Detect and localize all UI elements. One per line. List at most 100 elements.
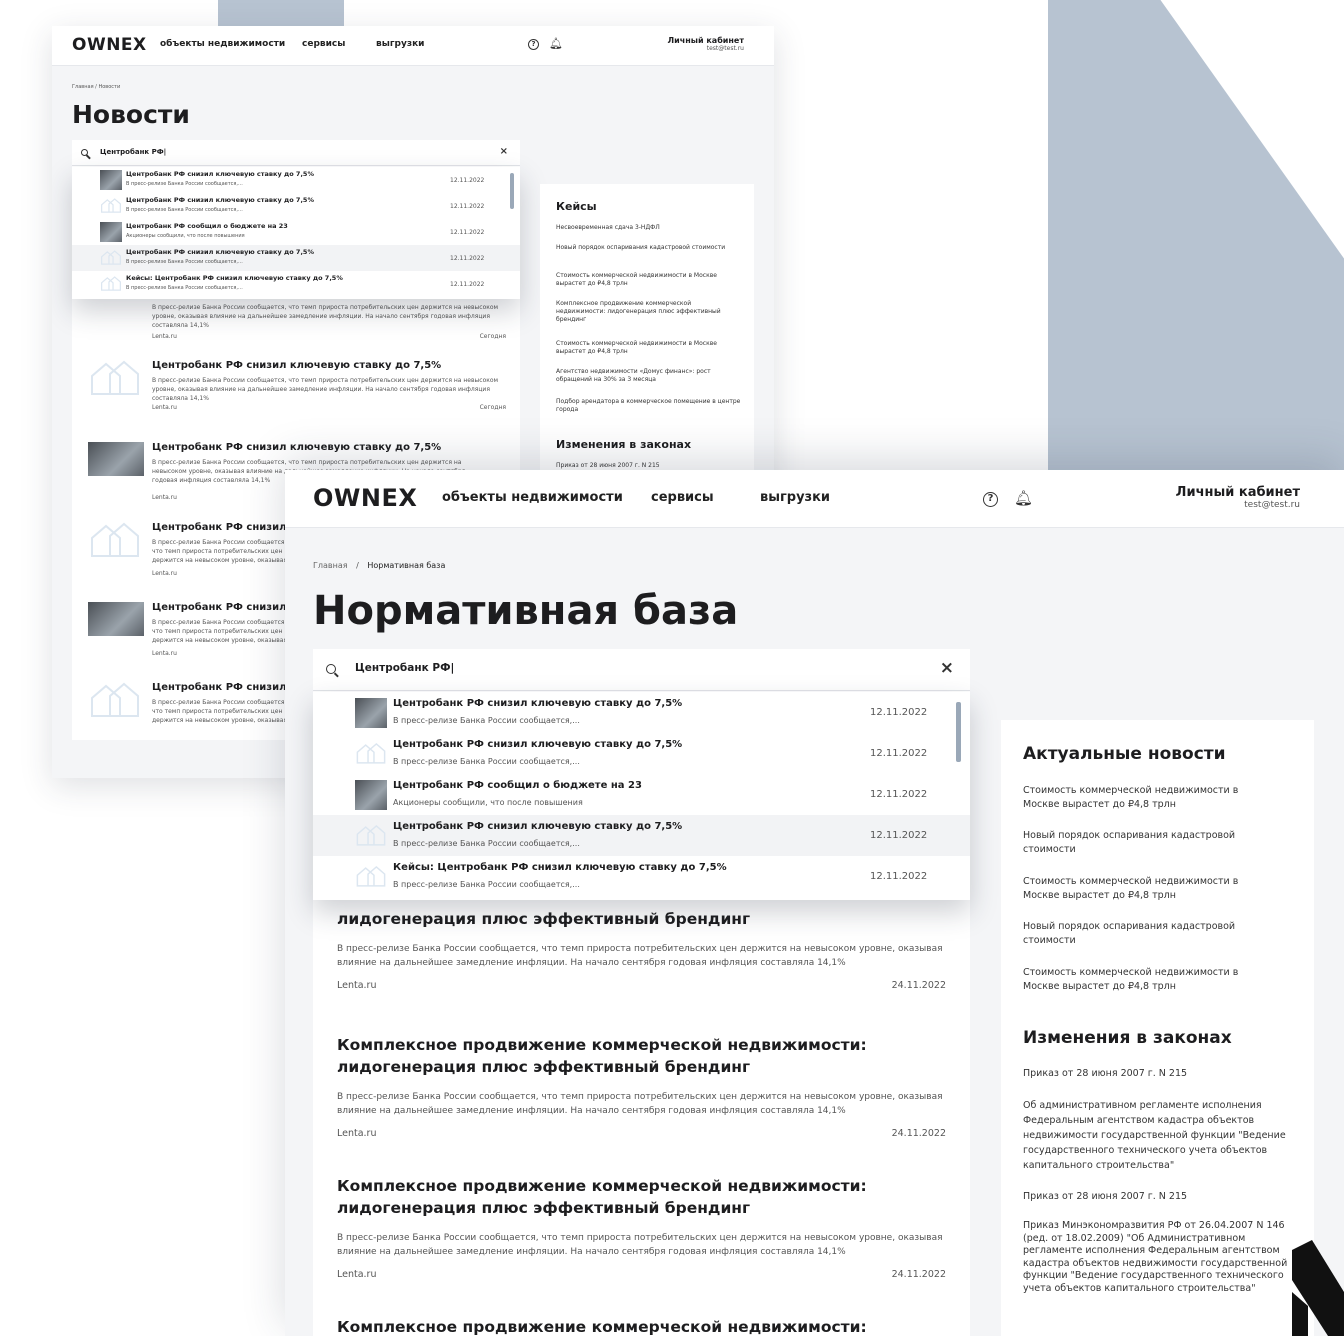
law-link[interactable]: Приказ Минэкономразвития РФ от 26.04.200… — [1023, 1220, 1295, 1295]
news-link[interactable]: Стоимость коммерческой недвижимости в Мо… — [1023, 875, 1273, 903]
suggestion-snippet: В пресс-релизе Банка России сообщается,.… — [393, 716, 580, 725]
article-date: 24.11.2022 — [891, 1269, 946, 1280]
side-panel: Кейсы Несвоевременная сдача 3-НДФЛ Новый… — [540, 184, 754, 484]
article-title[interactable]: Центробанк РФ снизил ключевую ставку до … — [152, 442, 441, 453]
background-shape-right — [1048, 0, 1344, 470]
case-link[interactable]: Агентство недвижимости «Домус финанс»: р… — [556, 368, 746, 384]
nav-objects[interactable]: объекты недвижимости — [160, 39, 285, 49]
help-icon[interactable]: ? — [528, 39, 539, 50]
search-suggestions: Центробанк РФ снизил ключевую ставку до … — [313, 692, 970, 900]
news-link[interactable]: Стоимость коммерческой недвижимости в Мо… — [1023, 966, 1273, 994]
suggestion-item[interactable]: Центробанк РФ сообщил о бюджете на 23 Ак… — [313, 774, 970, 815]
article-source[interactable]: Lenta.ru — [152, 333, 177, 340]
nav-services[interactable]: сервисы — [651, 490, 714, 505]
regulation-article[interactable]: лидогенерация плюс эффективный брендинг … — [313, 898, 970, 1018]
suggestion-item[interactable]: Центробанк РФ сообщил о бюджете на 23 Ак… — [72, 219, 520, 245]
scrollbar-thumb[interactable] — [956, 702, 961, 762]
suggestion-snippet: Акционеры сообщили, что после повышения — [393, 798, 583, 807]
article-title[interactable]: Комплексное продвижение коммерческой нед… — [337, 1175, 937, 1219]
article-source[interactable]: Lenta.ru — [152, 404, 177, 411]
suggestion-snippet: В пресс-релизе Банка России сообщается,.… — [126, 285, 243, 291]
bell-icon[interactable]: 🔔︎ — [1014, 489, 1033, 507]
nav-objects[interactable]: объекты недвижимости — [442, 490, 623, 505]
suggestion-snippet: Акционеры сообщили, что после повышения — [126, 233, 245, 239]
article-source[interactable]: Lenta.ru — [337, 1269, 376, 1280]
news-link[interactable]: Стоимость коммерческой недвижимости в Мо… — [1023, 784, 1273, 812]
suggestion-item[interactable]: Центробанк РФ снизил ключевую ставку до … — [72, 193, 520, 219]
suggestion-title: Центробанк РФ снизил ключевую ставку до … — [393, 821, 683, 832]
breadcrumb: Главная / Нормативная база — [313, 561, 445, 570]
article-title[interactable]: Центробанк РФ снизил — [152, 602, 286, 613]
nav-services[interactable]: сервисы — [302, 39, 345, 49]
logo[interactable]: OWNEX — [313, 484, 417, 512]
breadcrumb-home[interactable]: Главная — [313, 561, 348, 570]
suggestion-title: Центробанк РФ снизил ключевую ставку до … — [126, 170, 314, 178]
law-link[interactable]: Приказ от 28 июня 2007 г. N 215 — [556, 462, 746, 469]
case-link[interactable]: Комплексное продвижение коммерческой нед… — [556, 300, 726, 324]
search-bar[interactable]: Центробанк РФ| × — [313, 649, 970, 691]
search-icon — [326, 664, 336, 674]
account-link[interactable]: Личный кабинет test@test.ru — [1176, 485, 1300, 510]
article-source[interactable]: Lenta.ru — [152, 570, 177, 577]
regulation-article[interactable]: Комплексное продвижение коммерческой нед… — [313, 1020, 970, 1160]
breadcrumb[interactable]: Главная / Новости — [72, 84, 120, 90]
suggestion-item[interactable]: Центробанк РФ снизил ключевую ставку до … — [313, 692, 970, 733]
article-title[interactable]: Центробанк РФ снизил — [152, 682, 286, 693]
clear-search-icon[interactable]: × — [940, 658, 954, 678]
clear-search-icon[interactable]: × — [500, 146, 508, 157]
regulation-article[interactable]: Комплексное продвижение коммерческой нед… — [313, 1161, 970, 1301]
suggestion-item[interactable]: Центробанк РФ снизил ключевую ставку до … — [72, 167, 520, 193]
search-bar[interactable]: Центробанк РФ| × — [72, 140, 520, 166]
article-source[interactable]: Lenta.ru — [152, 494, 177, 501]
regulation-article[interactable]: Комплексное продвижение коммерческой нед… — [313, 1302, 970, 1336]
scrollbar-thumb[interactable] — [510, 173, 514, 209]
law-link[interactable]: Приказ от 28 июня 2007 г. N 215 — [1023, 1190, 1293, 1204]
search-input[interactable]: Центробанк РФ| — [100, 148, 166, 156]
article-body: В пресс-релизе Банка России сообщается, … — [152, 539, 288, 564]
bell-icon[interactable]: 🔔︎ — [549, 37, 563, 50]
article-body: В пресс-релизе Банка России сообщается, … — [152, 699, 288, 724]
house-placeholder-icon — [356, 824, 386, 846]
case-link[interactable]: Стоимость коммерческой недвижимости в Мо… — [556, 272, 726, 288]
search-suggestions: Центробанк РФ снизил ключевую ставку до … — [72, 167, 520, 299]
suggestion-date: 12.11.2022 — [870, 830, 928, 841]
suggestion-title: Центробанк РФ сообщил о бюджете на 23 — [393, 780, 642, 791]
laws-heading: Изменения в законах — [1023, 1028, 1232, 1048]
house-placeholder-icon — [91, 522, 139, 557]
suggestion-item[interactable]: Кейсы: Центробанк РФ снизил ключевую ста… — [313, 856, 970, 897]
case-link[interactable]: Новый порядок оспаривания кадастровой ст… — [556, 244, 726, 252]
article-source[interactable]: Lenta.ru — [152, 650, 177, 657]
help-icon[interactable]: ? — [983, 492, 998, 507]
search-input[interactable]: Центробанк РФ| — [355, 662, 454, 674]
house-placeholder-icon — [356, 865, 386, 887]
account-email: test@test.ru — [706, 45, 744, 52]
article-title[interactable]: Комплексное продвижение коммерческой нед… — [337, 1316, 957, 1336]
article-title[interactable]: Центробанк РФ снизил — [152, 522, 286, 533]
suggestion-snippet: В пресс-релизе Банка России сообщается,.… — [393, 839, 580, 848]
article-body: В пресс-релизе Банка России сообщается, … — [337, 1233, 943, 1257]
case-link[interactable]: Подбор арендатора в коммерческое помещен… — [556, 398, 746, 414]
news-link[interactable]: Новый порядок оспаривания кадастровой ст… — [1023, 829, 1273, 857]
logo[interactable]: OWNEX — [72, 35, 147, 55]
suggestion-item[interactable]: Центробанк РФ снизил ключевую ставку до … — [313, 815, 970, 856]
article-title[interactable]: Комплексное продвижение коммерческой нед… — [337, 1034, 937, 1078]
article-title[interactable]: Центробанк РФ снизил ключевую ставку до … — [152, 360, 441, 371]
house-placeholder-icon — [91, 360, 139, 395]
suggestion-item[interactable]: Центробанк РФ снизил ключевую ставку до … — [313, 733, 970, 774]
law-link[interactable]: Приказ от 28 июня 2007 г. N 215 — [1023, 1067, 1293, 1081]
news-link[interactable]: Новый порядок оспаривания кадастровой ст… — [1023, 920, 1273, 948]
law-link[interactable]: Об административном регламенте исполнени… — [1023, 1098, 1293, 1173]
nav-exports[interactable]: выгрузки — [376, 39, 425, 49]
nav-exports[interactable]: выгрузки — [760, 490, 830, 505]
suggestion-title: Центробанк РФ снизил ключевую ставку до … — [393, 739, 683, 750]
news-article[interactable]: Центробанк РФ снизил ключевую ставку до … — [72, 356, 520, 432]
suggestion-item[interactable]: Центробанк РФ снизил ключевую ставку до … — [72, 245, 520, 271]
suggestion-item[interactable]: Кейсы: Центробанк РФ снизил ключевую ста… — [72, 271, 520, 297]
case-link[interactable]: Несвоевременная сдача 3-НДФЛ — [556, 224, 746, 232]
article-title[interactable]: лидогенерация плюс эффективный брендинг — [337, 908, 937, 930]
article-source[interactable]: Lenta.ru — [337, 1128, 376, 1139]
suggestion-thumbnail — [355, 698, 387, 728]
account-link[interactable]: Личный кабинет test@test.ru — [667, 36, 744, 52]
article-source[interactable]: Lenta.ru — [337, 980, 376, 991]
case-link[interactable]: Стоимость коммерческой недвижимости в Мо… — [556, 340, 726, 356]
